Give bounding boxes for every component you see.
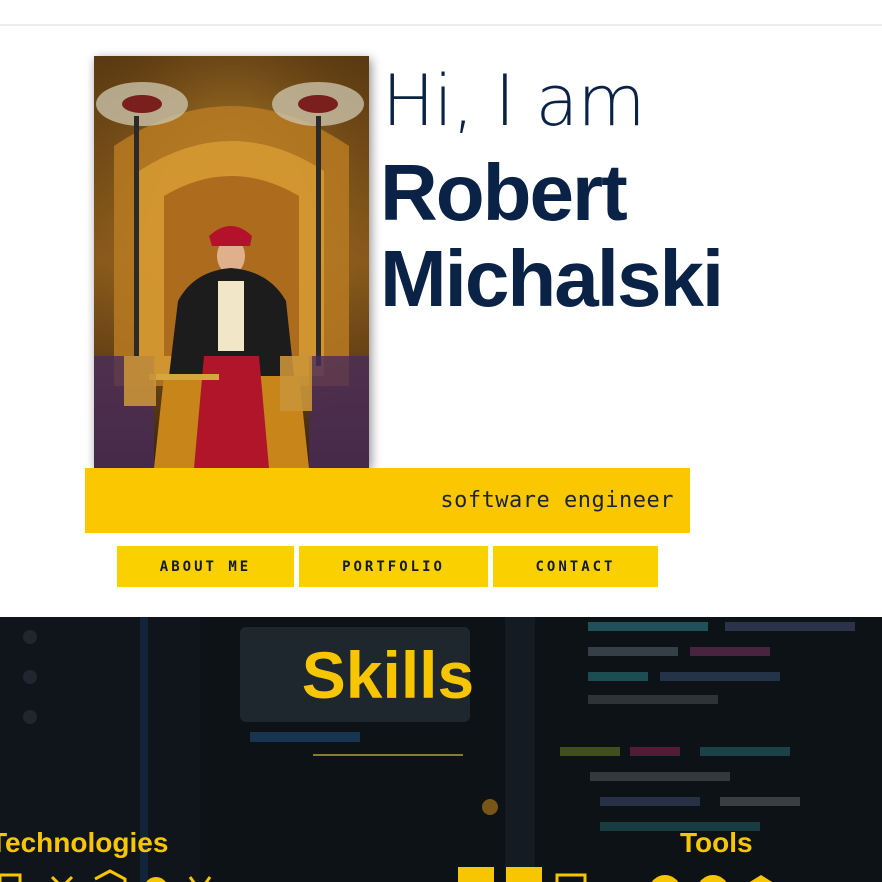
node-icon (94, 869, 127, 882)
docker-icon (749, 875, 773, 882)
skills-section: Skills Technologies Tools (0, 617, 882, 882)
last-name: Michalski (380, 234, 724, 323)
html-icon (0, 873, 22, 882)
greeting-text: Hi, I am (382, 60, 646, 142)
react-icon (50, 875, 74, 882)
contact-button[interactable]: CONTACT (493, 546, 658, 587)
profile-photo-illustration (94, 56, 369, 468)
javascript-icon (146, 877, 166, 882)
role-banner: software engineer (85, 468, 690, 533)
tools-icons (651, 875, 773, 882)
profile-photo (94, 56, 369, 468)
intellij-icon (458, 867, 494, 882)
header-divider (0, 24, 882, 26)
technologies-icons (0, 869, 212, 882)
role-text: software engineer (440, 488, 674, 513)
tools-heading: Tools (680, 827, 753, 858)
skills-title-underline (313, 754, 463, 756)
portfolio-button[interactable]: PORTFOLIO (299, 546, 488, 587)
webstorm-icon (506, 867, 542, 882)
github-icon (699, 875, 727, 882)
first-name: Robert (380, 148, 628, 237)
terminal-icon (555, 873, 587, 882)
git-icon (651, 875, 679, 882)
vue-icon (188, 876, 212, 882)
about-me-button[interactable]: ABOUT ME (117, 546, 294, 587)
technologies-heading: Technologies (0, 827, 169, 858)
skills-title: Skills (301, 638, 475, 712)
technologies-icons-extra (458, 867, 587, 882)
hero-name: Robert Michalski (380, 148, 724, 323)
